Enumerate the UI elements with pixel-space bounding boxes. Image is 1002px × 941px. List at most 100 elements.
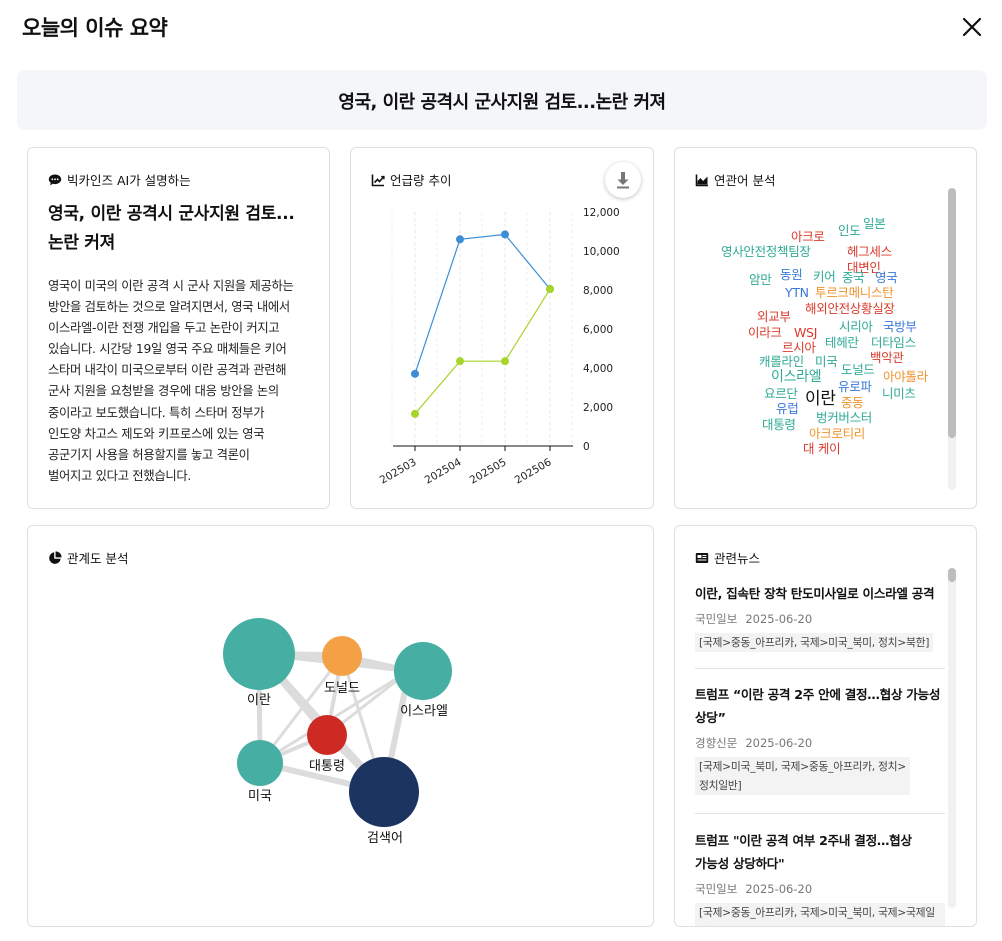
graph-node-circle[interactable] [237,740,283,786]
ai-summary-card: 빅카인즈 AI가 설명하는 영국, 이란 공격시 군사지원 검토... 논란 커… [27,147,330,509]
wordcloud-word[interactable]: 이라크 [748,326,782,340]
wordcloud-word[interactable]: 대통령 [762,418,796,432]
wordcloud-word[interactable]: 벙커버스터 [816,411,872,425]
news-meta: 국민일보 2025-06-20 [695,611,945,627]
wordcloud-word[interactable]: 요르단 [764,387,798,401]
graph-node-label: 이란 [247,693,271,708]
related-words-card: 연관어 분석 일본 아크로 인도 헤그세스 영사안전정책팀장 대변인 동원 키어 중국 영국 암만 Y… [674,147,977,509]
graph-node-usa[interactable]: 미국 [237,740,283,804]
graph-node-circle[interactable] [349,757,419,827]
ai-heading-line: 영국, 이란 공격시 군사지원 검토... [48,204,295,224]
wordcloud-word[interactable]: 키어 [813,270,836,284]
news-title-line: 이란, 집속탄 장착 탄도미사일로 이스라엘 공격 [695,586,935,601]
graph-node-israel[interactable]: 이스라엘 [394,642,452,719]
ai-card-title-label: 빅카인즈 AI가 설명하는 [67,173,191,188]
trend-x-tick-label: 202506 [513,456,554,487]
graph-node-donald[interactable]: 도널드 [322,636,362,696]
graph-node-president[interactable]: 대통령 [307,715,347,774]
ai-body-line: 방안을 검토하는 것으로 알려지면서, 영국 내에서 [48,300,290,315]
wordcloud-word[interactable]: YTN [785,286,809,300]
graph-node-circle[interactable] [394,642,452,700]
wordcloud-word[interactable]: 암만 [749,273,772,287]
wordcloud-word[interactable]: 중동 [841,396,864,410]
wordcloud-word[interactable]: 외교부 [757,310,791,324]
news-source: 국민일보 [695,612,738,626]
wordcloud-card-title: 연관어 분석 [695,170,775,189]
wordcloud-word[interactable]: 헤그세스 [847,245,892,259]
wordcloud-card-title-label: 연관어 분석 [714,173,776,188]
wordcloud-word[interactable]: 백악관 [870,351,904,365]
trend-y-tick-label: 12,000 [583,207,620,219]
wordcloud-word[interactable]: 중국 [842,271,865,285]
news-item[interactable]: 트럼프 "이란 공격 여부 2주내 결정…협상 가능성 상당하다" 국민일보 20… [695,829,945,926]
wordcloud-word[interactable]: 아크로 [791,230,825,244]
wordcloud-word[interactable]: 이란 [805,391,836,408]
wordcloud-word[interactable]: 유로파 [838,380,872,394]
news-title[interactable]: 트럼프 “이란 공격 2주 안에 결정…협상 가능성 상당” [695,683,945,729]
close-button[interactable] [956,11,988,43]
trend-data-point [411,409,419,418]
wordcloud-word[interactable]: 동원 [780,268,803,282]
wordcloud-word[interactable]: 일본 [863,217,886,231]
trend-y-tick-label: 6,000 [583,324,613,336]
trend-data-point [501,357,509,366]
wordcloud-word[interactable]: 더타임스 [871,336,916,350]
wordcloud-word[interactable]: 니미츠 [882,387,916,401]
news-title[interactable]: 트럼프 "이란 공격 여부 2주내 결정…협상 가능성 상당하다" [695,829,945,875]
news-title-line: 트럼프 "이란 공격 여부 2주내 결정…협상 [695,833,912,848]
graph-node-circle[interactable] [223,618,295,690]
chat-bubble-icon [48,174,62,185]
trend-data-point [411,369,419,378]
wordcloud-word[interactable]: 미국 [815,355,838,369]
wordcloud-word[interactable]: 해외안전상황실장 [805,302,895,316]
ai-body-line: 이스라엘-이란 전쟁 개입을 두고 논란이 커지고 [48,321,280,336]
trend-y-tick-label: 10,000 [583,246,620,258]
graph-node-circle[interactable] [307,715,347,755]
trend-data-point [456,235,464,244]
newspaper-icon [695,552,709,563]
news-date: 2025-06-20 [745,612,813,626]
news-card-title: 관련뉴스 [695,548,760,567]
mention-trend-chart: 202503 202504 202505 202506 0 2,000 4,000 6,000… [378,207,620,487]
graph-node-circle[interactable] [322,636,362,676]
wordcloud-word[interactable]: 영국 [875,271,898,285]
ai-body-line: 인도양 차고스 제도와 키프로스에 있는 영국 [48,426,265,441]
wordcloud-word[interactable]: 아크로티리 [809,427,865,441]
news-item[interactable]: 트럼프 “이란 공격 2주 안에 결정…협상 가능성 상당” 경향신문 2025-… [695,683,945,795]
wordcloud-word[interactable]: 도널드 [841,363,875,377]
news-tags-line: 정치일반] [699,779,742,792]
wordcloud-word[interactable]: 르시아 [782,341,816,355]
news-scrollbar-thumb[interactable] [948,568,956,582]
news-title[interactable]: 이란, 집속탄 장착 탄도미사일로 이스라엘 공격 [695,582,945,605]
wordcloud-word[interactable]: 투르크메니스탄 [815,286,894,300]
relationship-graph: 이란 도널드 이스라엘 대통령 미국 검색어 [223,618,452,846]
wordcloud-word[interactable]: 인도 [838,224,861,238]
trend-y-tick-label: 0 [583,441,590,453]
wordcloud-word[interactable]: 유럽 [776,402,799,416]
wordcloud-word[interactable]: WSJ [794,326,817,340]
wordcloud-word[interactable]: 국방부 [883,320,917,334]
wordcloud-word[interactable]: 영사안전정책팀장 [721,245,811,259]
wordcloud-word[interactable]: 캐롤라인 [759,355,804,369]
graph-node-iran[interactable]: 이란 [223,618,295,708]
ai-body-line: 영국이 미국의 이란 공격 시 군사 지원을 제공하는 [48,279,294,293]
trend-y-tick-label: 2,000 [583,402,613,414]
mention-trend-card: 언급량 추이 202503 202504 202505 202506 0 2,000 4,0… [350,147,654,509]
ai-body-line: 군사 지원을 요청받을 경우에 대응 방안을 논의 [48,384,279,399]
news-source: 경향신문 [695,736,738,750]
wordcloud-word[interactable]: 대 케이 [803,442,841,456]
news-tags-line: [국제>중동_아프리카, 국제>미국_북미, 정치>북한] [699,636,930,649]
wordcloud-scrollbar[interactable] [948,188,956,490]
wordcloud-word[interactable]: 이스라엘 [771,370,822,384]
wordcloud-word[interactable]: 테헤란 [825,336,859,350]
trend-data-point [456,357,464,366]
graph-node-search-term[interactable]: 검색어 [349,757,419,846]
trend-y-tick-label: 4,000 [583,363,613,375]
news-scrollbar[interactable] [948,568,956,908]
news-item[interactable]: 이란, 집속탄 장착 탄도미사일로 이스라엘 공격 국민일보 2025-06-20… [695,582,945,652]
wordcloud-word[interactable]: 시리아 [839,320,873,334]
wordcloud-scrollbar-thumb[interactable] [948,188,956,438]
ai-summary-body: 영국이 미국의 이란 공격 시 군사 지원을 제공하는 방안을 검토하는 것으로… [48,276,320,487]
news-tags: [국제>중동_아프리카, 국제>미국_북미, 정치>북한] [695,633,934,652]
wordcloud-word[interactable]: 아야톨라 [883,370,928,384]
